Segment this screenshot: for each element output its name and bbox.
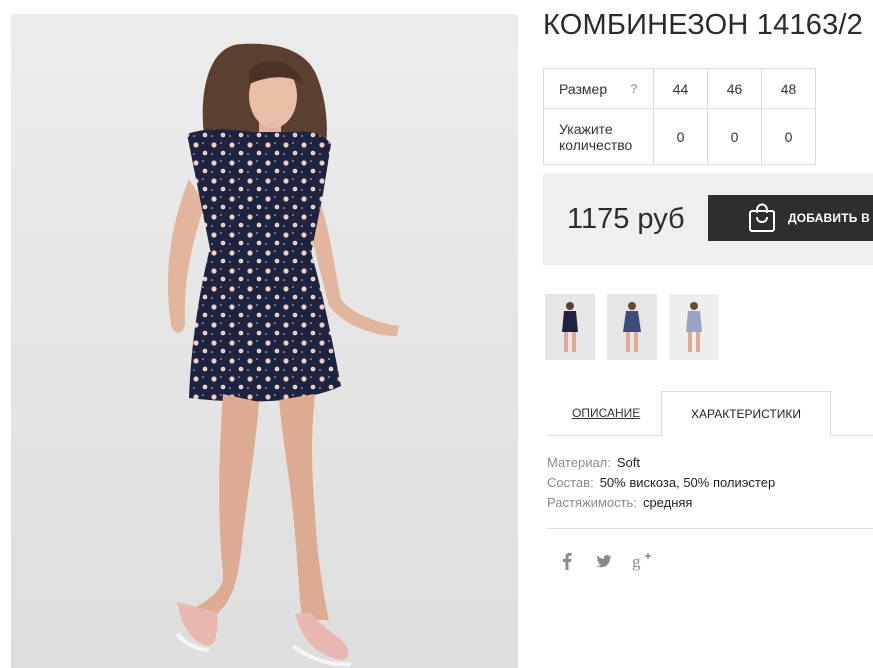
quantity-label-line2: количество [559, 136, 633, 153]
characteristic-row: Материал: Soft [547, 455, 775, 475]
product-price: 1175 руб [567, 203, 685, 235]
size-48: 48 [761, 68, 816, 109]
product-tabs: ОПИСАНИЕ ХАРАКТЕРИСТИКИ [543, 391, 873, 437]
add-to-cart-button[interactable]: ДОБАВИТЬ В КОРЗИНУ [708, 195, 873, 241]
characteristic-value: средняя [642, 495, 693, 510]
characteristic-value: 50% вискоза, 50% полиэстер [599, 475, 776, 490]
tab-characteristics[interactable]: ХАРАКТЕРИСТИКИ [661, 391, 831, 437]
shopping-bag-icon [748, 203, 776, 238]
characteristic-key: Материал: [547, 455, 611, 470]
size-label: Размер [559, 80, 608, 97]
thumbnail-1[interactable] [545, 294, 595, 360]
characteristic-key: Состав: [547, 475, 594, 490]
twitter-icon[interactable] [596, 555, 612, 577]
thumbnail-2[interactable] [607, 294, 657, 360]
product-title: КОМБИНЕЗОН 14163/2 [543, 9, 863, 41]
quantity-input-44[interactable]: 0 [653, 108, 708, 165]
product-main-photo[interactable] [11, 14, 518, 668]
add-to-cart-label: ДОБАВИТЬ В КОРЗИНУ [788, 211, 873, 225]
characteristic-key: Растяжимость: [547, 495, 637, 510]
tab-description[interactable]: ОПИСАНИЕ [572, 406, 640, 420]
quantity-label-line1: Укажите [559, 120, 613, 137]
size-help-icon[interactable]: ? [630, 81, 638, 96]
characteristic-row: Растяжимость: средняя [547, 495, 775, 515]
size-quantity-table: Размер ? 44 46 48 Укажите количество 0 0… [543, 68, 816, 165]
size-44: 44 [653, 68, 708, 109]
price-box: 1175 руб ДОБАВИТЬ В КОРЗИНУ [543, 173, 873, 265]
size-row: Размер ? 44 46 48 [543, 68, 816, 109]
quantity-input-48[interactable]: 0 [761, 108, 816, 165]
thumbnail-3[interactable] [669, 294, 719, 360]
quantity-label-cell: Укажите количество [543, 108, 654, 165]
section-divider [547, 528, 873, 529]
quantity-row: Укажите количество 0 0 0 [543, 108, 816, 165]
google-plus-icon[interactable]: g [632, 552, 652, 574]
tab-characteristics-label: ХАРАКТЕРИСТИКИ [690, 407, 801, 421]
characteristic-value: Soft [616, 455, 641, 470]
size-label-cell: Размер ? [543, 68, 654, 109]
characteristics-list: Материал: Soft Состав: 50% вискоза, 50% по… [547, 455, 775, 515]
svg-text:g: g [632, 552, 641, 571]
facebook-icon[interactable] [561, 551, 573, 573]
characteristic-row: Состав: 50% вискоза, 50% полиэстер [547, 475, 775, 495]
size-46: 46 [707, 68, 762, 109]
quantity-input-46[interactable]: 0 [707, 108, 762, 165]
